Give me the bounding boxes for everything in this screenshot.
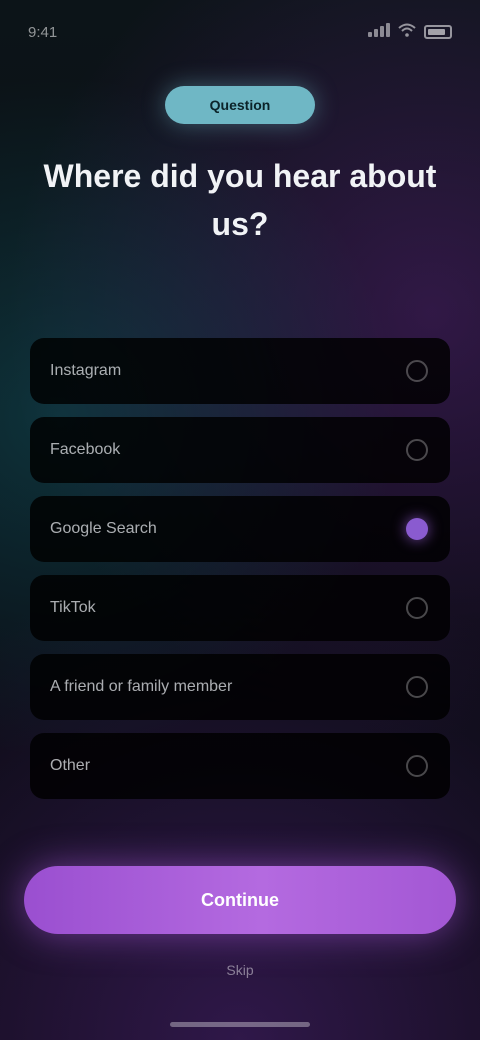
- option-label: A friend or family member: [50, 678, 233, 695]
- radio-icon[interactable]: [406, 755, 428, 777]
- option-google-search[interactable]: Google Search: [30, 496, 450, 562]
- option-label: Google Search: [50, 520, 157, 537]
- radio-selected-icon[interactable]: [406, 518, 428, 540]
- option-instagram[interactable]: Instagram: [30, 338, 450, 404]
- step-pill: Question: [165, 86, 315, 124]
- option-label: TikTok: [50, 599, 96, 616]
- page-title: Where did you hear about us?: [43, 158, 437, 242]
- option-facebook[interactable]: Facebook: [30, 417, 450, 483]
- radio-icon[interactable]: [406, 439, 428, 461]
- status-left: 9:41: [28, 24, 57, 41]
- home-indicator[interactable]: [170, 1022, 310, 1027]
- wifi-icon: [398, 23, 416, 41]
- signal-icon: [366, 23, 390, 41]
- status-bar: 9:41: [0, 0, 480, 64]
- option-label: Other: [50, 757, 91, 774]
- status-right: [366, 23, 452, 41]
- option-tiktok[interactable]: TikTok: [30, 575, 450, 641]
- onboarding-screen: 9:41 Question Where did you hear about u…: [0, 0, 480, 1040]
- battery-icon: [424, 25, 452, 39]
- step-pill-label: Question: [209, 97, 271, 113]
- radio-icon[interactable]: [406, 597, 428, 619]
- radio-icon[interactable]: [406, 360, 428, 382]
- option-friend-family[interactable]: A friend or family member: [30, 654, 450, 720]
- continue-button[interactable]: Continue: [24, 866, 456, 934]
- continue-button-label: Continue: [201, 889, 279, 910]
- radio-icon[interactable]: [406, 676, 428, 698]
- options-list: Instagram Facebook Google Search TikTok …: [30, 338, 450, 812]
- option-label: Facebook: [50, 441, 121, 458]
- skip-link[interactable]: Skip: [190, 962, 290, 986]
- option-other[interactable]: Other: [30, 733, 450, 799]
- option-label: Instagram: [50, 362, 122, 379]
- status-time: 9:41: [28, 23, 58, 41]
